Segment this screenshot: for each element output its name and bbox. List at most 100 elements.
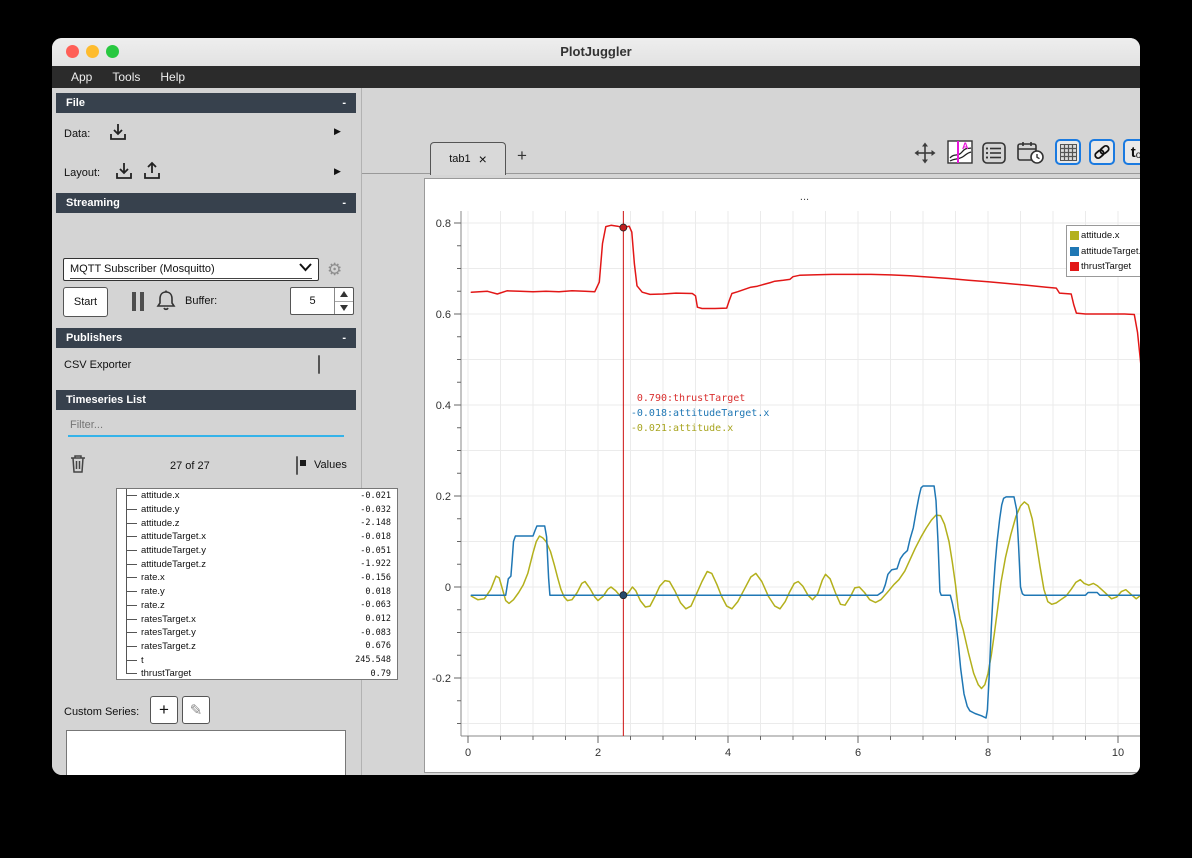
menu-item[interactable]: Tools (103, 68, 149, 86)
chevron-down-icon (299, 263, 312, 275)
svg-text:2: 2 (595, 747, 601, 759)
load-layout-icon[interactable] (113, 160, 135, 182)
tree-connector (127, 618, 137, 620)
datetime-icon[interactable] (1015, 140, 1047, 166)
legend-item[interactable]: attitude.x (1070, 228, 1140, 244)
values-checkbox[interactable] (296, 456, 298, 475)
streaming-plugin-select[interactable]: MQTT Subscriber (Mosquitto) (63, 258, 319, 281)
tab-close-icon[interactable]: × (479, 151, 487, 167)
tracker-readout-line: -0.021 : attitude.x (630, 423, 734, 434)
plot-title[interactable]: ... (425, 191, 1140, 203)
load-data-icon[interactable] (107, 121, 129, 143)
streaming-section-header[interactable]: Streaming - (56, 193, 356, 213)
plot-canvas[interactable]: 0 2 4 6 8 10 0.8 0.6 0.4 0.2 0 -0.2 (425, 179, 1140, 772)
publishers-section-header[interactable]: Publishers - (56, 328, 356, 348)
timeseries-row[interactable]: attitude.y -0.032 (117, 503, 397, 517)
legend-swatch (1070, 246, 1079, 256)
collapse-icon[interactable]: - (342, 197, 346, 209)
timeseries-row[interactable]: attitudeTarget.y -0.051 (117, 544, 397, 558)
svg-text:-0.2: -0.2 (432, 673, 451, 685)
tracker-readout: 0.790 : thrustTarget -0.018 : attitudeTa… (621, 391, 769, 436)
new-tab-button[interactable]: + (517, 146, 527, 166)
timeseries-list: attitude.x -0.021 attitude.y -0.032 atti… (116, 488, 398, 680)
timeseries-row[interactable]: rate.y 0.018 (117, 585, 397, 599)
spin-down-icon[interactable] (335, 302, 353, 315)
file-section-header[interactable]: File - (56, 93, 356, 113)
app-window: PlotJuggler App Tools Help File - Data: ▶ … (52, 38, 1140, 775)
tab-tab1[interactable]: tab1 × (430, 142, 506, 175)
tree-connector (127, 645, 137, 647)
svg-text:0.2: 0.2 (436, 491, 451, 503)
svg-text:4: 4 (725, 747, 731, 759)
timeseries-row[interactable]: attitude.z -2.148 (117, 516, 397, 530)
timeseries-row[interactable]: t 245.548 (117, 653, 397, 667)
menu-item[interactable]: Help (151, 68, 194, 86)
timeseries-row[interactable]: attitude.x -0.021 (117, 489, 397, 503)
filter-input[interactable] (68, 415, 348, 435)
menu-bar: App Tools Help (52, 66, 1140, 88)
time-offset-icon[interactable]: to (1123, 139, 1140, 165)
spin-up-icon[interactable] (335, 288, 353, 302)
pencil-icon: ✎ (189, 702, 203, 719)
layout-label: Layout: (64, 167, 101, 179)
collapse-icon[interactable]: - (342, 97, 346, 109)
tracker-readout-line: -0.018 : attitudeTarget.x (630, 408, 770, 419)
filter-underline (68, 435, 344, 437)
tree-connector (127, 591, 137, 593)
svg-text:A: A (962, 141, 969, 151)
layout-menu-arrow-icon[interactable]: ▶ (334, 166, 341, 177)
pause-icon[interactable] (132, 292, 146, 311)
timeseries-row[interactable]: ratesTarget.y -0.083 (117, 626, 397, 640)
grid-layout-icon[interactable] (1055, 139, 1081, 165)
tree-connector (127, 550, 137, 552)
timeseries-row[interactable]: ratesTarget.x 0.012 (117, 612, 397, 626)
tree-connector (127, 509, 137, 511)
svg-text:10: 10 (1112, 747, 1124, 759)
collapse-icon[interactable]: - (342, 332, 346, 344)
curve-tracker-icon[interactable]: A (945, 139, 975, 165)
plot-legend[interactable]: attitude.x attitudeTarget.x thrustTarget (1066, 225, 1140, 277)
tree-connector (127, 536, 137, 538)
buffer-spinbox[interactable]: 5 (290, 287, 354, 315)
timeseries-row[interactable]: thrustTarget 0.79 (117, 667, 397, 679)
buffer-label: Buffer: (185, 295, 218, 307)
timeseries-count: 27 of 27 (170, 460, 210, 472)
timeseries-row[interactable]: rate.z -0.063 (117, 599, 397, 613)
list-view-icon[interactable] (981, 140, 1007, 166)
plot-close-icon[interactable]: × (1139, 183, 1140, 205)
streaming-gear-icon[interactable]: ⚙ (327, 260, 342, 280)
values-label: Values (314, 459, 347, 471)
legend-item[interactable]: thrustTarget (1070, 259, 1140, 275)
legend-swatch (1070, 262, 1079, 272)
csv-exporter-checkbox[interactable] (318, 355, 320, 374)
menu-item[interactable]: App (62, 68, 101, 86)
tree-connector (127, 522, 137, 524)
link-axes-icon[interactable] (1089, 139, 1115, 165)
custom-series-label: Custom Series: (64, 706, 140, 718)
start-button[interactable]: Start (63, 287, 108, 317)
legend-item[interactable]: attitudeTarget.x (1070, 244, 1140, 260)
data-menu-arrow-icon[interactable]: ▶ (334, 126, 341, 137)
svg-text:0.4: 0.4 (436, 400, 451, 412)
data-label: Data: (64, 128, 91, 140)
main-area: tab1 × + A to 1:1 ... × (362, 88, 1140, 775)
save-layout-icon[interactable] (141, 160, 163, 182)
svg-text:0: 0 (445, 582, 451, 594)
tree-connector (127, 604, 137, 606)
tracker-readout-line: 0.790 : thrustTarget (636, 393, 746, 404)
legend-swatch (1070, 231, 1079, 241)
trash-icon[interactable] (69, 453, 87, 474)
timeseries-row[interactable]: attitudeTarget.x -0.018 (117, 530, 397, 544)
pan-icon[interactable] (912, 140, 938, 166)
timeseries-row[interactable]: rate.x -0.156 (117, 571, 397, 585)
edit-custom-series-button[interactable]: ✎ (182, 696, 210, 724)
timeseries-section-header[interactable]: Timeseries List (56, 390, 356, 410)
custom-series-list[interactable] (66, 730, 346, 775)
add-custom-series-button[interactable]: + (150, 696, 178, 724)
plot-panel: ... × 0 2 4 6 8 10 0.8 0.6 0.4 0.2 0 -0.2 attitude.… (424, 178, 1140, 773)
tree-connector (127, 495, 137, 497)
timeseries-row[interactable]: attitudeTarget.z -1.922 (117, 557, 397, 571)
notification-bell-icon[interactable] (154, 288, 178, 314)
svg-text:0.8: 0.8 (436, 218, 451, 230)
timeseries-row[interactable]: ratesTarget.z 0.676 (117, 640, 397, 654)
